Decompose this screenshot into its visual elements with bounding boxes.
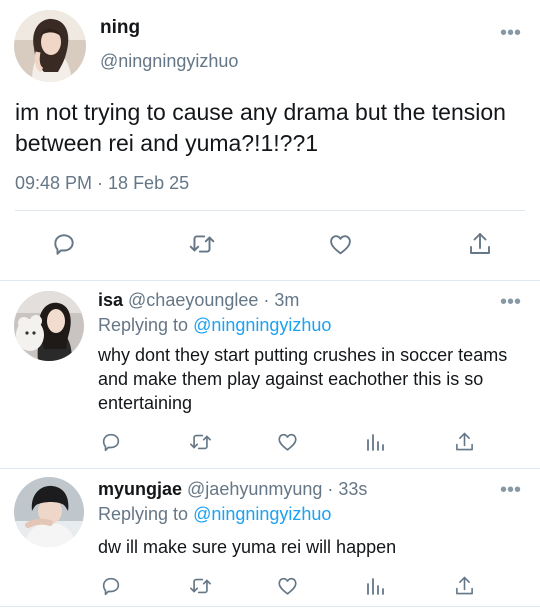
mention-link[interactable]: @ningningyizhuo: [193, 504, 331, 524]
display-name[interactable]: myungjae: [98, 479, 182, 499]
user-handle[interactable]: @ningningyizhuo: [100, 51, 238, 72]
display-name[interactable]: ning: [100, 17, 140, 39]
retweet-icon[interactable]: [188, 230, 216, 258]
mention-link[interactable]: @ningningyizhuo: [193, 315, 331, 335]
more-options-icon[interactable]: •••: [500, 480, 521, 500]
divider: [15, 210, 525, 211]
analytics-icon[interactable]: [363, 430, 387, 454]
retweet-icon[interactable]: [187, 430, 213, 454]
replying-prefix: Replying to: [98, 504, 194, 524]
like-icon[interactable]: [275, 574, 299, 598]
like-icon[interactable]: [275, 430, 299, 454]
handle-and-time[interactable]: @chaeyounglee · 3m: [123, 290, 299, 310]
avatar[interactable]: [14, 10, 86, 82]
reply-tweet: isa @chaeyounglee · 3m ••• Replying to @…: [0, 281, 540, 468]
like-icon[interactable]: [326, 230, 354, 258]
replying-to: Replying to @ningningyizhuo: [98, 315, 331, 336]
share-icon[interactable]: [452, 430, 476, 454]
display-name[interactable]: isa: [98, 290, 123, 310]
share-icon[interactable]: [466, 230, 494, 258]
share-icon[interactable]: [452, 574, 476, 598]
tweet-timestamp[interactable]: 09:48 PM · 18 Feb 25: [15, 173, 189, 194]
retweet-icon[interactable]: [187, 574, 213, 598]
analytics-icon[interactable]: [363, 574, 387, 598]
avatar[interactable]: [14, 291, 84, 361]
divider: [0, 606, 540, 607]
main-tweet: ning @ningningyizhuo ••• im not trying t…: [0, 0, 540, 280]
reply-text: dw ill make sure yuma rei will happen: [98, 537, 397, 557]
reply-icon[interactable]: [99, 574, 123, 598]
handle-and-time[interactable]: @jaehyunmyung · 33s: [182, 479, 367, 499]
avatar[interactable]: [14, 477, 84, 547]
more-options-icon[interactable]: •••: [500, 292, 521, 312]
reply-header: isa @chaeyounglee · 3m: [98, 290, 299, 311]
reply-icon[interactable]: [99, 430, 123, 454]
reply-icon[interactable]: [50, 230, 78, 258]
replying-prefix: Replying to: [98, 315, 194, 335]
tweet-text: im not trying to cause any drama but the…: [15, 99, 506, 156]
more-options-icon[interactable]: •••: [500, 23, 521, 43]
reply-header: myungjae @jaehyunmyung · 33s: [98, 479, 367, 500]
reply-text: why dont they start putting crushes in s…: [98, 345, 508, 413]
reply-tweet: myungjae @jaehyunmyung · 33s ••• Replyin…: [0, 469, 540, 606]
replying-to: Replying to @ningningyizhuo: [98, 504, 331, 525]
